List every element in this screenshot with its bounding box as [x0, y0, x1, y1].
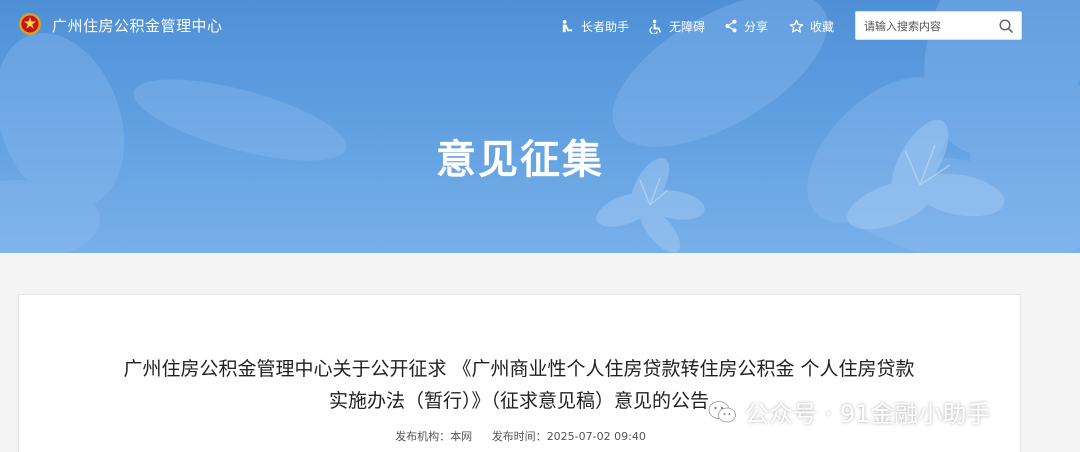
- elder-care-icon: [562, 19, 573, 32]
- emblem-logo-icon: [19, 13, 41, 35]
- publisher: 发布机构：本网: [395, 430, 472, 443]
- watermark-text: 公众号 · 91金融小助手: [745, 400, 991, 428]
- nav-share[interactable]: 分享: [724, 16, 768, 36]
- top-bar: 广州住房公积金管理中心 长者助手 无障碍 分享 收藏: [0, 0, 1080, 52]
- nav-label: 收藏: [810, 19, 835, 34]
- nav-label: 长者助手: [581, 19, 630, 34]
- search-icon[interactable]: [998, 18, 1014, 34]
- accessibility-icon: [649, 19, 662, 34]
- nav-favorite[interactable]: 收藏: [789, 16, 834, 36]
- nav-label: 无障碍: [669, 19, 706, 34]
- watermark: 公众号 · 91金融小助手: [707, 394, 990, 429]
- publish-time-label: 发布时间：: [491, 430, 547, 443]
- search-box: [855, 11, 1022, 40]
- nav-accessibility[interactable]: 无障碍: [648, 16, 705, 36]
- nav-label: 分享: [744, 19, 769, 34]
- publish-time: 发布时间：2025-07-02 09:40: [492, 430, 646, 443]
- publish-time-value: 2025-07-02 09:40: [546, 430, 646, 443]
- publisher-value: 本网: [450, 430, 473, 443]
- star-icon: [789, 19, 804, 33]
- article-meta: 发布机构：本网 发布时间：2025-07-02 09:40: [19, 428, 1022, 444]
- nav-elder-assistant[interactable]: 长者助手: [560, 16, 629, 36]
- publisher-label: 发布机构：: [395, 430, 451, 443]
- banner-title: 意见征集: [436, 137, 604, 183]
- search-input[interactable]: [864, 18, 994, 34]
- wechat-icon: [708, 400, 736, 422]
- article-title-line-1: 广州住房公积金管理中心关于公开征求 《广州商业性个人住房贷款转住房公积金 个人住…: [123, 358, 915, 380]
- site-name[interactable]: 广州住房公积金管理中心: [52, 15, 223, 36]
- share-icon: [725, 19, 737, 33]
